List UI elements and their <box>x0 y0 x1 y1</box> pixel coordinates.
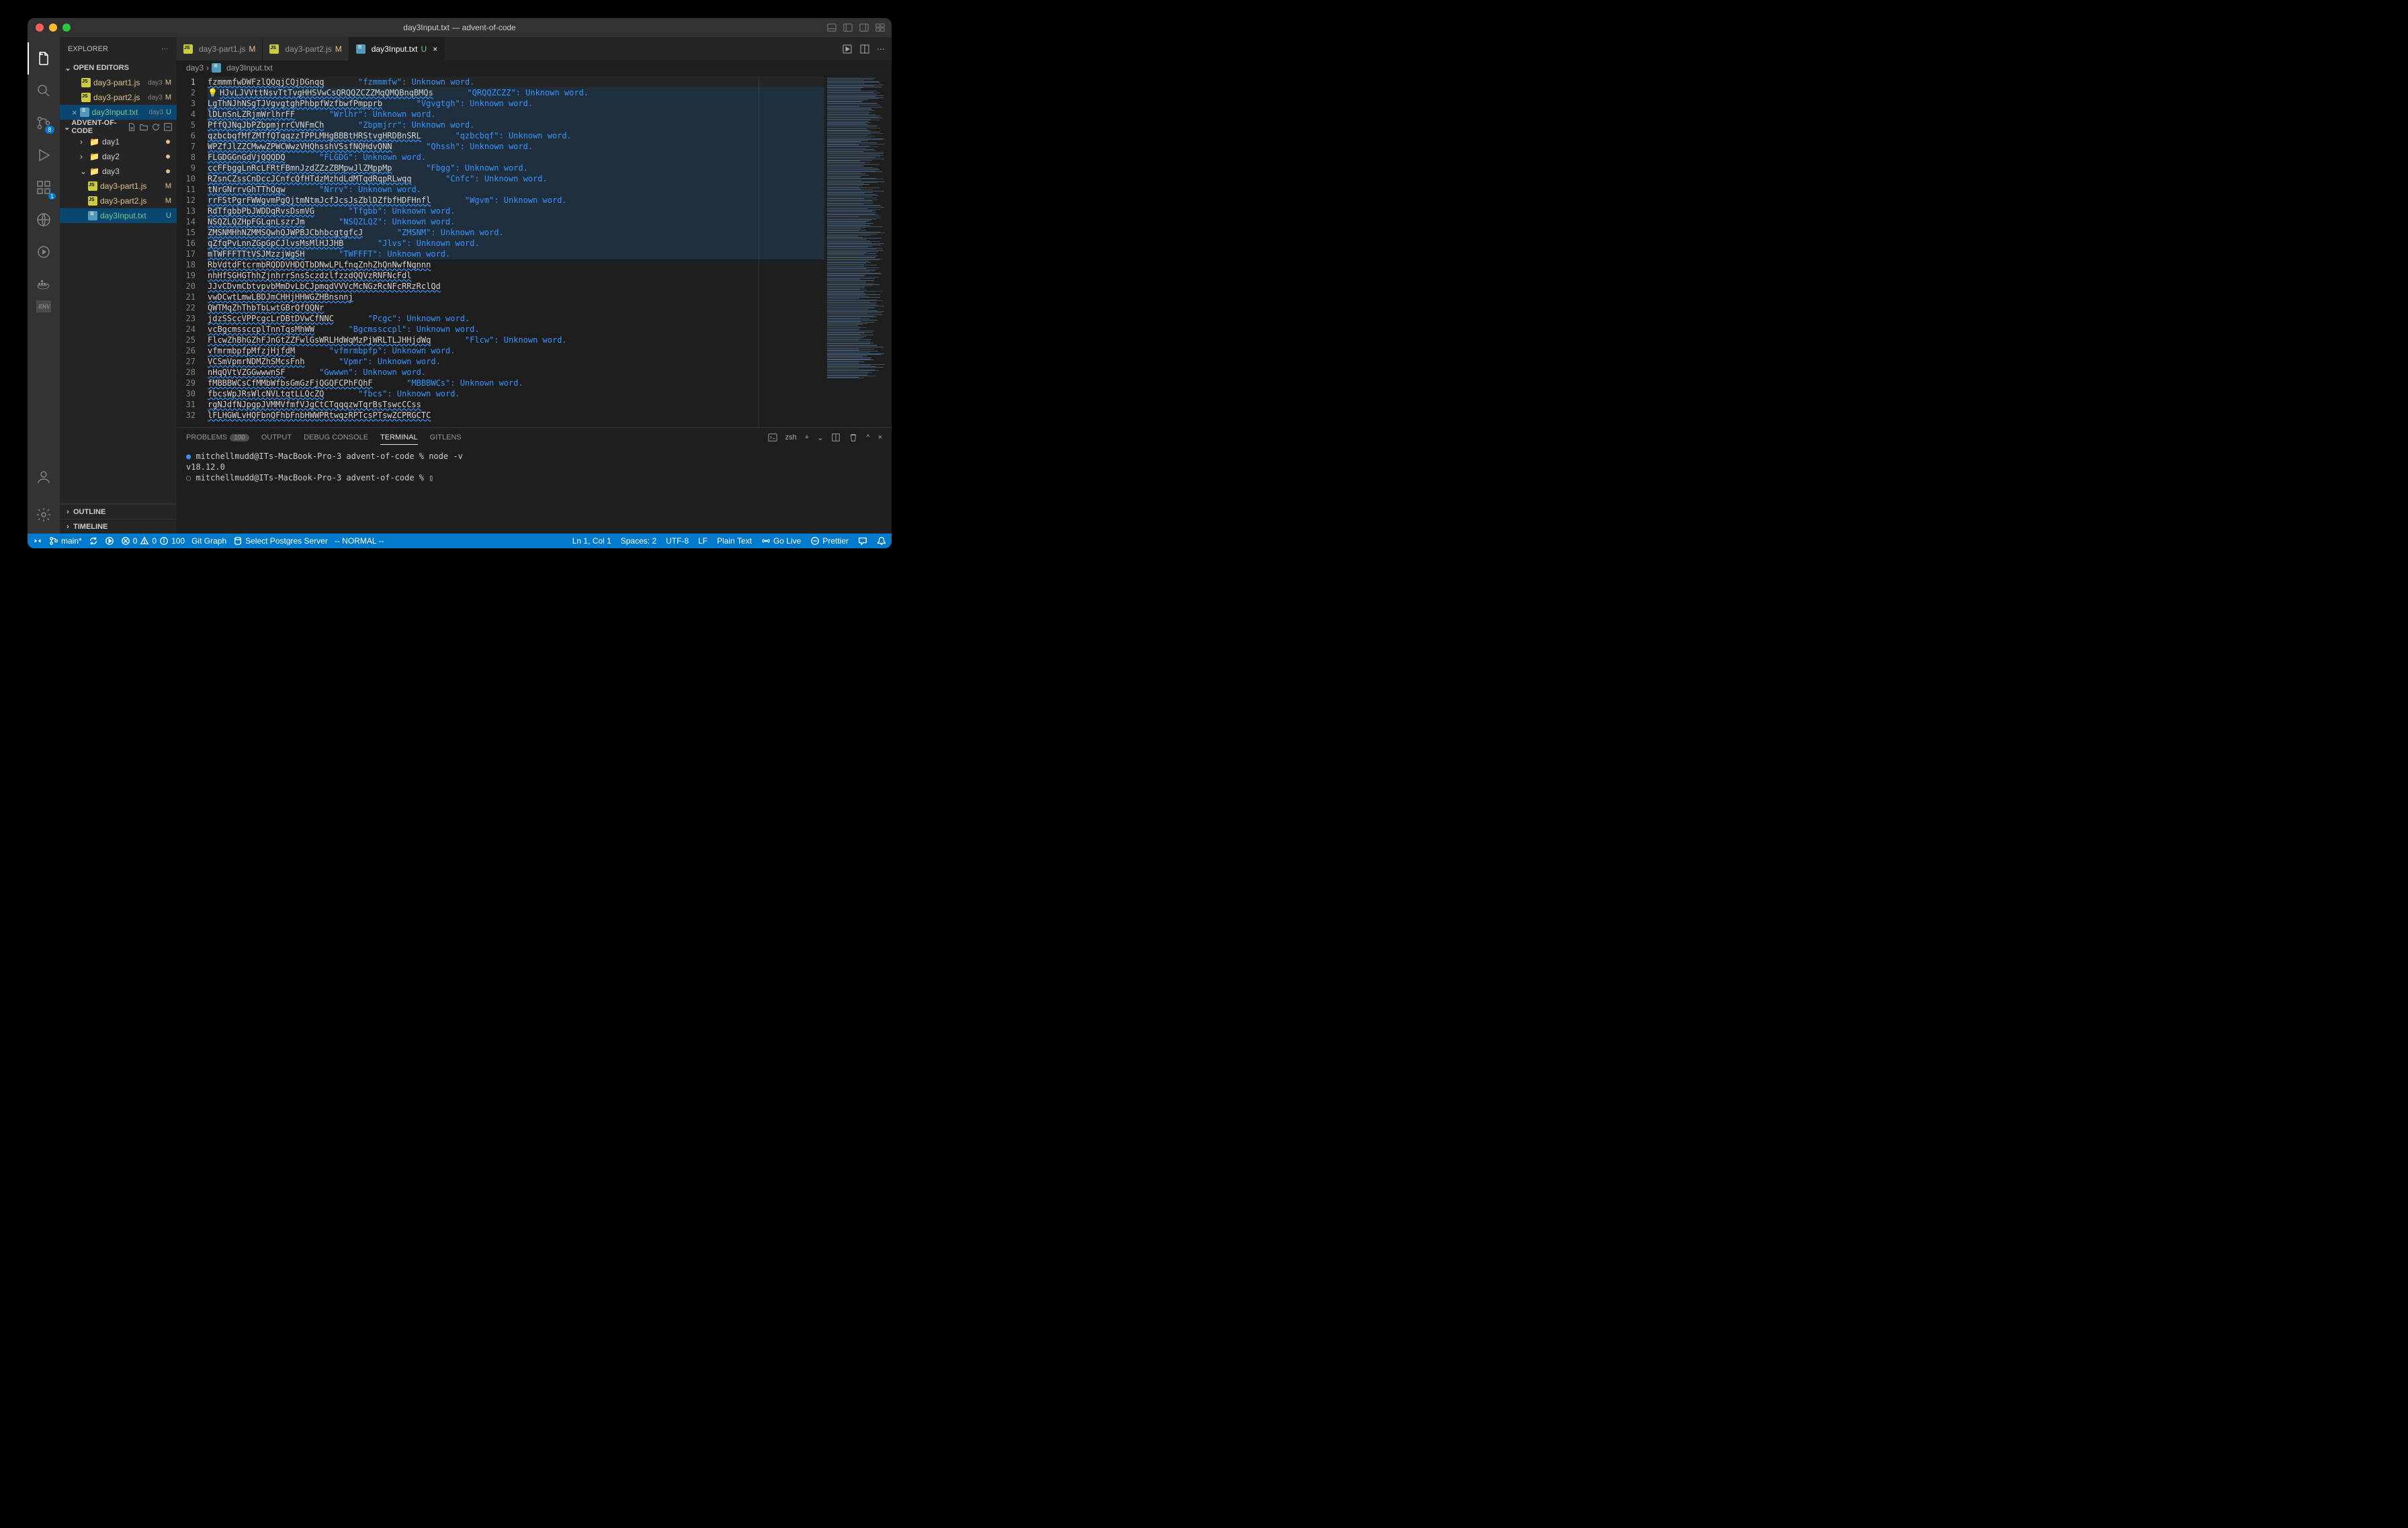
outline-header[interactable]: ›OUTLINE <box>60 504 177 519</box>
breadcrumb[interactable]: day3 › day3Input.txt <box>177 60 892 75</box>
explorer-sidebar: EXPLORER ⋯ ⌄OPEN EDITORS day3-part1.jsda… <box>60 37 177 534</box>
problems-status[interactable]: 0 0 100 <box>121 536 185 546</box>
problems-tab[interactable]: PROBLEMS 100 <box>186 433 249 441</box>
layout-icons <box>827 23 885 32</box>
encoding[interactable]: UTF-8 <box>666 536 689 546</box>
prettier-button[interactable]: Prettier <box>810 536 849 546</box>
traffic-lights <box>36 24 71 32</box>
vscode-window: day3Input.txt — advent-of-code 8 <box>28 18 892 548</box>
postgres-button[interactable]: Select Postgres Server <box>233 536 328 546</box>
statusbar: main* 0 0 100 Git Graph Select Postgres … <box>28 534 892 548</box>
tab-more-icon[interactable]: ⋯ <box>877 44 885 54</box>
toggle-secondary-icon[interactable] <box>859 23 869 32</box>
open-editor-item[interactable]: day3-part1.jsday3M <box>60 75 177 90</box>
bottom-panel: PROBLEMS 100 OUTPUT DEBUG CONSOLE TERMIN… <box>177 427 892 534</box>
sync-button[interactable] <box>89 536 98 546</box>
scm-badge: 8 <box>45 126 54 134</box>
close-panel-icon[interactable]: × <box>878 433 882 441</box>
open-editor-item[interactable]: ×day3Input.txtday3U <box>60 105 177 120</box>
remote-indicator[interactable] <box>33 536 42 546</box>
maximize-panel-icon[interactable]: ^ <box>866 433 869 441</box>
split-editor-icon[interactable] <box>859 44 870 54</box>
gitlens-tab[interactable]: GITLENS <box>430 433 462 441</box>
run-icon[interactable] <box>842 44 853 54</box>
workspace-header[interactable]: ⌄ADVENT-OF-CODE <box>60 120 177 134</box>
timeline-header[interactable]: ›TIMELINE <box>60 519 177 534</box>
run-debug-icon[interactable] <box>28 139 60 171</box>
close-icon[interactable]: × <box>72 108 77 118</box>
notifications-icon[interactable] <box>877 536 886 546</box>
terminal-shell-label[interactable]: zsh <box>785 433 797 441</box>
indentation[interactable]: Spaces: 2 <box>621 536 656 546</box>
folder-item[interactable]: ›📁day1 <box>60 134 177 149</box>
docker-icon[interactable] <box>28 268 60 300</box>
file-item[interactable]: day3-part2.jsM <box>60 194 177 208</box>
feedback-icon[interactable] <box>858 536 867 546</box>
output-tab[interactable]: OUTPUT <box>261 433 292 441</box>
vim-mode: -- NORMAL -- <box>335 536 384 546</box>
split-terminal-icon[interactable] <box>831 433 841 442</box>
extensions-icon[interactable]: 1 <box>28 171 60 204</box>
minimap[interactable] <box>824 75 892 427</box>
toggle-panel-icon[interactable] <box>827 23 836 32</box>
folder-item[interactable]: ›📁day2 <box>60 149 177 164</box>
minimize-window[interactable] <box>49 24 57 32</box>
editor-tab[interactable]: day3Input.txt U× <box>349 37 445 60</box>
live-share-icon[interactable] <box>28 236 60 268</box>
remote-icon[interactable] <box>28 204 60 236</box>
more-actions-icon[interactable]: ⋯ <box>161 44 169 53</box>
window-title: day3Input.txt — advent-of-code <box>28 23 892 32</box>
source-control-icon[interactable]: 8 <box>28 107 60 139</box>
git-graph-button[interactable]: Git Graph <box>191 536 226 546</box>
live-share-status[interactable] <box>105 536 114 546</box>
new-folder-icon[interactable] <box>139 122 148 132</box>
cursor-position[interactable]: Ln 1, Col 1 <box>572 536 611 546</box>
new-terminal-icon[interactable]: + <box>805 433 809 441</box>
accounts-icon[interactable] <box>28 461 60 493</box>
new-file-icon[interactable] <box>127 122 136 132</box>
open-editors-header[interactable]: ⌄OPEN EDITORS <box>60 60 177 75</box>
activity-bar: 8 1 .ENV <box>28 37 60 534</box>
terminal-launch-icon[interactable] <box>768 433 777 442</box>
editor-tab[interactable]: day3-part1.js M <box>177 37 263 60</box>
collapse-icon[interactable] <box>163 122 173 132</box>
panel-tabs: PROBLEMS 100 OUTPUT DEBUG CONSOLE TERMIN… <box>177 428 892 447</box>
titlebar: day3Input.txt — advent-of-code <box>28 18 892 37</box>
toggle-sidebar-icon[interactable] <box>843 23 853 32</box>
file-item[interactable]: day3Input.txtU <box>60 208 177 223</box>
folder-item[interactable]: ⌄📁day3 <box>60 164 177 179</box>
kill-terminal-icon[interactable] <box>849 433 858 442</box>
customize-layout-icon[interactable] <box>875 23 885 32</box>
language-mode[interactable]: Plain Text <box>717 536 752 546</box>
go-live-button[interactable]: Go Live <box>761 536 801 546</box>
terminal-body[interactable]: ● mitchellmudd@ITs-MacBook-Pro-3 advent-… <box>177 447 892 534</box>
git-branch[interactable]: main* <box>49 536 82 546</box>
close-tab-icon[interactable]: × <box>433 44 437 54</box>
close-window[interactable] <box>36 24 44 32</box>
eol[interactable]: LF <box>698 536 707 546</box>
tabs-bar: day3-part1.js Mday3-part2.js Mday3Input.… <box>177 37 892 60</box>
editor-tab[interactable]: day3-part2.js M <box>263 37 349 60</box>
terminal-dropdown-icon[interactable]: ⌄ <box>817 433 823 442</box>
file-item[interactable]: day3-part1.jsM <box>60 179 177 194</box>
open-editor-item[interactable]: day3-part2.jsday3M <box>60 90 177 105</box>
env-icon[interactable]: .ENV <box>36 300 51 312</box>
editor-column: day3-part1.js Mday3-part2.js Mday3Input.… <box>177 37 892 534</box>
explorer-header: EXPLORER ⋯ <box>60 37 177 60</box>
maximize-window[interactable] <box>62 24 71 32</box>
explorer-icon[interactable] <box>28 42 60 75</box>
refresh-icon[interactable] <box>151 122 161 132</box>
terminal-tab[interactable]: TERMINAL <box>380 433 418 445</box>
settings-gear-icon[interactable] <box>28 499 60 531</box>
debug-console-tab[interactable]: DEBUG CONSOLE <box>304 433 368 441</box>
editor-body[interactable]: 1234567891011121314151617181920212223242… <box>177 75 892 427</box>
search-icon[interactable] <box>28 75 60 107</box>
